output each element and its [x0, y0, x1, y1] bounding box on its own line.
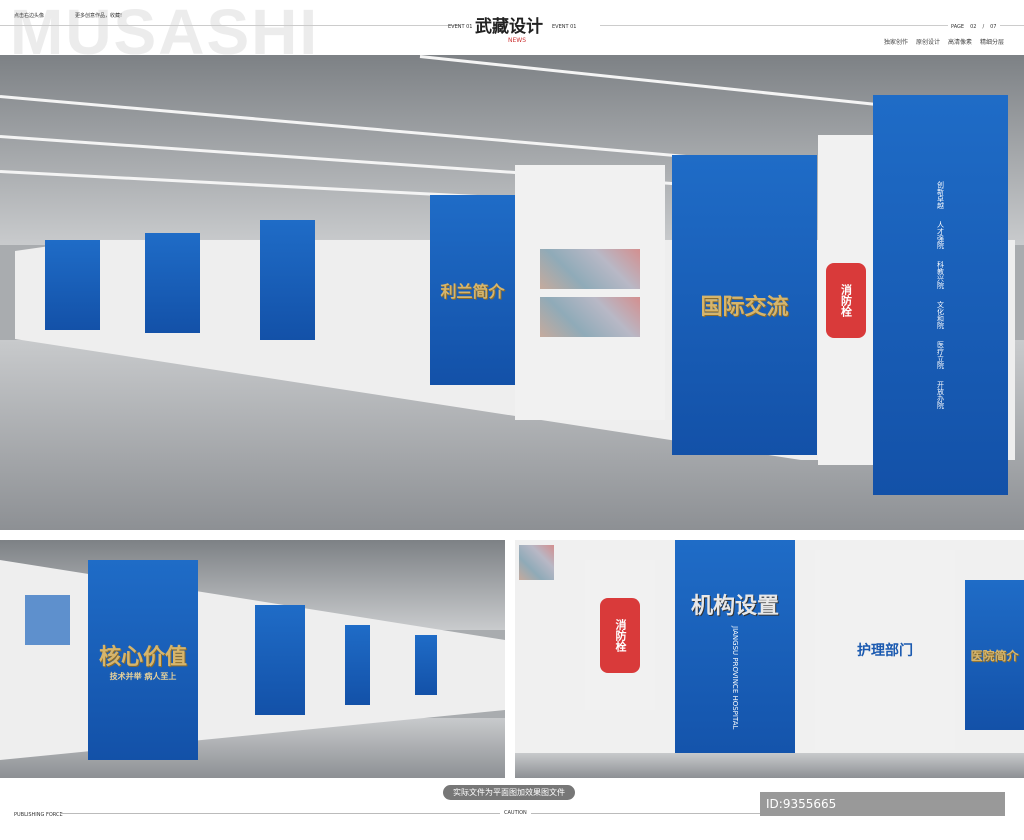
wall-panel [345, 625, 370, 705]
feature-badges: 独家创作 原创设计 高清像素 精细分层 [884, 37, 1004, 46]
blurred-photo [519, 545, 554, 580]
page-sep: / [982, 24, 985, 30]
nursing-panel: 护理部门 [815, 550, 955, 750]
wall-panel: 利兰简介 [430, 195, 515, 385]
page-current: 02 [970, 24, 977, 30]
page-label: PAGE [951, 24, 965, 30]
favorite-link[interactable]: 更多创意作品，收藏! [75, 12, 122, 19]
blurred-photo [540, 248, 640, 289]
org-structure-panel: 机构设置 JIANGSU PROVINCE HOSPITAL [675, 540, 795, 778]
badge: 独家创作 [883, 39, 908, 46]
panel-title: 机构设置 [690, 594, 779, 620]
blurred-logo [25, 595, 70, 645]
wall-panel [255, 605, 305, 715]
page-total: 07 [990, 24, 997, 30]
badge: 精细分层 [979, 39, 1004, 46]
panel-text: 开放办院 [936, 381, 945, 409]
panel-subtitle: JIANGSU PROVINCE HOSPITAL [731, 626, 739, 730]
fire-extinguisher-icon: 消防栓 [825, 262, 866, 338]
brand-title: 武藏设计 [475, 17, 543, 37]
panel-text: 医疗立院 [936, 341, 945, 369]
fire-hydrant-panel: 消防栓 [585, 560, 655, 710]
image-id: ID:9355665 NO:20250821223208803100 [760, 792, 1005, 835]
panel-title: 医院简介 [970, 648, 1019, 663]
divider [60, 813, 760, 814]
wall-panel [145, 233, 200, 333]
badge: 原创设计 [915, 39, 940, 46]
photo-wall [515, 165, 665, 420]
panel-text: 文化和院 [936, 301, 945, 329]
floor [515, 753, 1024, 778]
panel-title: 国际交流 [700, 295, 789, 320]
core-values-panel: 核心价值 技术并举 病人至上 [88, 560, 198, 760]
render-right: 消防栓 机构设置 JIANGSU PROVINCE HOSPITAL 护理部门 … [515, 540, 1024, 778]
caution-label: CAUTION [500, 810, 531, 816]
render-left: 核心价值 技术并举 病人至上 [0, 540, 505, 778]
fire-hydrant-panel: 消防栓 [818, 135, 873, 465]
panel-title: 利兰简介 [440, 282, 505, 301]
panel-text: 创新卓越 [936, 181, 945, 209]
panel-text: 科教兴院 [936, 261, 945, 289]
intro-panel: 医院简介 [965, 580, 1024, 730]
panel-title: 核心价值 [98, 644, 187, 670]
badge: 高清像素 [947, 39, 972, 46]
event-left: EVENT 01 [448, 24, 473, 30]
avatar-link[interactable]: 点击右边头像 [14, 12, 44, 19]
blurred-photo [540, 296, 640, 337]
event-right: EVENT 01 [552, 24, 577, 30]
panel-subtitle: 技术并举 病人至上 [109, 671, 177, 681]
wall-panel [415, 635, 437, 695]
values-panel: 创新卓越 人才强院 科教兴院 文化和院 医疗立院 开放办院 [873, 95, 1008, 495]
page-indicator: PAGE 02 / 07 [948, 24, 1000, 30]
wall-panel [260, 220, 315, 340]
divider [0, 25, 460, 26]
panel-title: 护理部门 [857, 643, 913, 659]
publisher-label: PUBLISHING FORCE [14, 812, 63, 818]
intl-exchange-panel: 国际交流 [672, 155, 817, 455]
file-note: 实际文件为平面图加效果图文件 [443, 785, 575, 800]
news-label: NEWS [508, 37, 527, 44]
fire-extinguisher-icon: 消防栓 [600, 597, 640, 673]
panel-text: 人才强院 [936, 221, 945, 249]
wall-panel [45, 240, 100, 330]
main-render: 利兰简介 国际交流 消防栓 创新卓越 人才强院 科教兴院 文化和院 医疗立院 开… [0, 55, 1024, 530]
